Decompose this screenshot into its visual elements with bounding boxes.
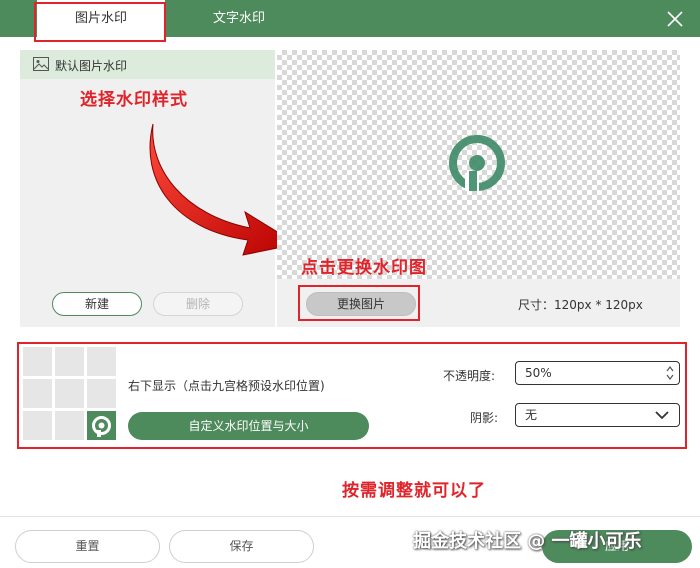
annotation-adjust: 按需调整就可以了 [342, 481, 486, 501]
reset-button[interactable]: 重置 [15, 530, 160, 563]
position-description: 右下显示（点击九宫格预设水印位置) [128, 379, 325, 393]
site-watermark: 掘金技术社区 @ 一罐小可乐 [413, 531, 642, 552]
position-grid [23, 347, 117, 441]
grid-cell-top-right[interactable] [87, 347, 116, 376]
grid-cell-middle-left[interactable] [23, 379, 52, 408]
grid-cell-bottom-center[interactable] [55, 411, 84, 440]
watermark-logo-icon [449, 135, 505, 191]
new-button[interactable]: 新建 [52, 292, 142, 316]
shadow-label: 阴影: [470, 411, 499, 425]
tab-text-watermark[interactable]: 文字水印 [175, 0, 303, 37]
save-button[interactable]: 保存 [169, 530, 314, 563]
opacity-input[interactable]: 50% [515, 361, 680, 385]
close-icon[interactable] [666, 10, 684, 28]
preset-item-label: 默认图片水印 [55, 59, 128, 73]
footer-divider [0, 516, 700, 517]
custom-position-button[interactable]: 自定义水印位置与大小 [128, 412, 369, 440]
change-image-button[interactable]: 更换图片 [306, 292, 416, 316]
tab-highlight [34, 2, 166, 42]
grid-cell-bottom-right[interactable] [87, 411, 116, 440]
grid-cell-top-left[interactable] [23, 347, 52, 376]
annotation-click-change: 点击更换水印图 [301, 258, 427, 278]
grid-cell-top-center[interactable] [55, 347, 84, 376]
opacity-label: 不透明度: [443, 369, 496, 383]
shadow-value: 无 [525, 408, 538, 422]
opacity-value: 50% [525, 366, 552, 380]
grid-cell-bottom-left[interactable] [23, 411, 52, 440]
grid-cell-middle-center[interactable] [55, 379, 84, 408]
chevron-down-icon [655, 411, 669, 420]
grid-cell-middle-right[interactable] [87, 379, 116, 408]
watermark-logo-icon [92, 416, 111, 437]
image-size-text: 尺寸：120px * 120px [518, 298, 643, 312]
delete-button[interactable]: 删除 [153, 292, 243, 316]
stepper-icon[interactable] [665, 364, 675, 382]
shadow-select[interactable]: 无 [515, 403, 680, 427]
image-icon [33, 57, 49, 71]
annotation-choose-style: 选择水印样式 [80, 90, 188, 110]
